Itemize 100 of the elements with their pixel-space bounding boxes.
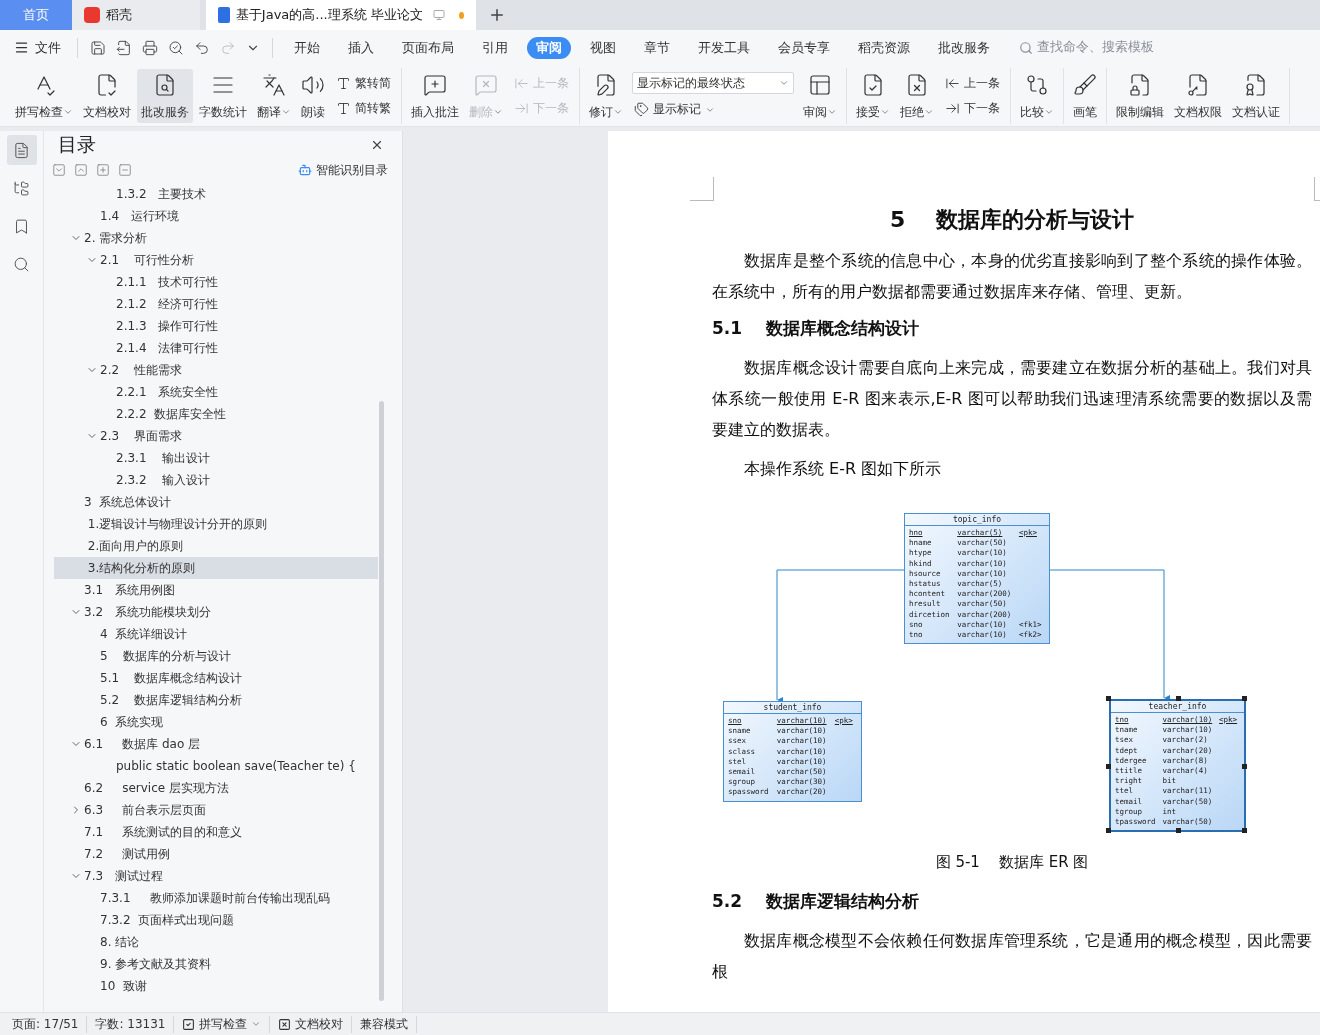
toc-item[interactable]: 7.1 系统测试的目的和意义 [54,821,378,843]
document-check-icon [95,72,119,97]
ribbon-button[interactable]: 比较 [1016,68,1058,123]
ribbon-button[interactable]: 朗读 [297,68,329,123]
toc-item[interactable]: 7.3.2 页面样式出现问题 [54,909,378,931]
resize-handle[interactable] [1106,763,1111,769]
document-badge-icon [1244,72,1268,97]
markup-dropdown[interactable]: 显示标记的最终状态 [632,72,794,94]
toc-item[interactable]: 2.3 界面需求 [54,425,378,447]
toc-item[interactable]: 2.2 性能需求 [54,359,378,381]
ribbon-button[interactable]: 显示标记 [632,100,794,119]
resize-handle[interactable] [1175,696,1181,701]
toc-item[interactable]: 2.1.4 法律可行性 [54,337,378,359]
file-menu-button[interactable]: 文件 [12,38,69,57]
resize-handle[interactable] [1242,828,1247,834]
toc-item[interactable]: 6.1 数据库 dao 层 [54,733,378,755]
ribbon-button[interactable]: 简转繁 [334,98,393,118]
toc-item[interactable]: 2.2.1 系统安全性 [54,381,378,403]
document-icon[interactable] [6,135,37,165]
toc-item[interactable]: 6.3 前台表示层页面 [54,799,378,821]
toc-item[interactable]: 2.3.1 输出设计 [54,447,378,469]
ribbon-button[interactable]: 上一条 [943,73,1002,93]
ribbon-tab[interactable]: 开始 [285,36,329,59]
toc-item[interactable]: 2.1 可行性分析 [54,249,378,271]
toc-item[interactable]: 1.3.2 主要技术 [54,183,378,205]
ribbon-button[interactable]: 文档权限 [1170,68,1226,123]
toc-item[interactable]: 2.1.1 技术可行性 [54,271,378,293]
resize-handle[interactable] [1175,828,1181,834]
toc-item[interactable]: 8. 结论 [54,931,378,953]
ribbon-tab[interactable]: 稻壳资源 [849,36,919,59]
caret-icon [924,107,934,117]
ribbon-button[interactable]: 插入批注 [407,68,463,123]
ribbon-button[interactable]: 翻译 [253,68,295,123]
toc-item[interactable]: 2.1.3 操作可行性 [54,315,378,337]
toc-item[interactable]: 9. 参考文献及其资料 [54,953,378,975]
ribbon-tab[interactable]: 页面布局 [393,36,463,59]
toc-item[interactable]: public static boolean save(Teacher te) { [54,755,378,777]
toc-item[interactable]: 7.2 测试用例 [54,843,378,865]
resize-handle[interactable] [1106,828,1111,834]
ribbon-button[interactable]: 字数统计 [195,68,251,123]
scrollbar-thumb[interactable] [379,401,384,1001]
toc-item[interactable]: 2. 需求分析 [54,227,378,249]
toc-item[interactable]: 10 致谢 [54,975,378,997]
ribbon-button[interactable]: 画笔 [1069,68,1101,123]
resize-handle[interactable] [1242,696,1247,701]
ribbon-tab[interactable]: 会员专享 [769,36,839,59]
ribbon-button[interactable]: 文档认证 [1228,68,1284,123]
ribbon-tab[interactable]: 插入 [339,36,383,59]
markup-icon [634,102,649,117]
ribbon-tab[interactable]: 批改服务 [929,36,999,59]
ribbon-button[interactable]: 接受 [852,68,894,123]
document-x-icon [905,72,929,97]
remove-icon[interactable] [118,163,132,177]
toc-item[interactable]: 5 数据库的分析与设计 [54,645,378,667]
ribbon-button[interactable]: 批改服务 [137,68,193,123]
ribbon-button[interactable]: 限制编辑 [1112,68,1168,123]
smart-toc-button[interactable]: 智能识别目录 [292,160,394,180]
toc-item[interactable]: 2.2.2 数据库安全性 [54,403,378,425]
toc-item[interactable]: 6.2 service 层实现方法 [54,777,378,799]
toc-item[interactable]: 4 系统详细设计 [54,623,378,645]
ribbon-button[interactable]: 下一条 [943,98,1002,118]
menu-icon [14,40,29,55]
document-search-icon [153,72,177,97]
ribbon-button[interactable]: 修订 [585,68,627,123]
ribbon-tab[interactable]: 开发工具 [689,36,759,59]
ribbon-tab[interactable]: 章节 [635,36,679,59]
status-button[interactable]: 拼写检查 [174,1015,271,1033]
toc-item[interactable]: 5.2 数据库逻辑结构分析 [54,689,378,711]
ribbon-button[interactable]: 文档校对 [79,68,135,123]
ribbon-button[interactable]: 拼写检查 [11,68,77,123]
toc-item[interactable]: 2.面向用户的原则 [54,535,378,557]
window-tab[interactable]: 稻壳 [72,0,200,30]
resize-handle[interactable] [1242,763,1247,769]
toc-item[interactable]: 3 系统总体设计 [54,491,378,513]
toc-item[interactable]: 6 系统实现 [54,711,378,733]
toc-item[interactable]: 2.1.2 经济可行性 [54,293,378,315]
add-icon[interactable] [96,163,110,177]
ribbon-button[interactable]: 繁转简 [334,73,393,93]
toc-item[interactable]: 7.3.1 教师添加课题时前台传输出现乱码 [54,887,378,909]
toc-item[interactable]: 2.3.2 输入设计 [54,469,378,491]
status-text: 页面: 17/51 [4,1015,88,1033]
ribbon-button[interactable]: 审阅 [799,68,841,123]
toc-item[interactable]: 1.4 运行环境 [54,205,378,227]
expand-icon[interactable] [74,163,88,177]
collapse-icon[interactable] [52,163,66,177]
status-button[interactable]: 文档校对 [270,1015,353,1033]
toc-item[interactable]: 3.2 系统功能模块划分 [54,601,378,623]
caret-icon [613,107,623,117]
toc-item[interactable]: 5.1 数据库概念结构设计 [54,667,378,689]
window-tab[interactable]: 基于Java的高...理系统 毕业论文 [206,0,476,30]
table-name: topic_info [905,514,1049,526]
ribbon-tab[interactable]: 引用 [473,36,517,59]
toc-item[interactable]: 3.1 系统用例图 [54,579,378,601]
ribbon-button[interactable]: 拒绝 [896,68,938,123]
ribbon-tab[interactable]: 视图 [581,36,625,59]
status-text: 字数: 13131 [87,1015,175,1033]
toc-item[interactable]: 3.结构化分析的原则 [54,557,378,579]
toc-item[interactable]: 1.逻辑设计与物理设计分开的原则 [54,513,378,535]
resize-handle[interactable] [1106,696,1111,701]
toc-item[interactable]: 7.3 测试过程 [54,865,378,887]
